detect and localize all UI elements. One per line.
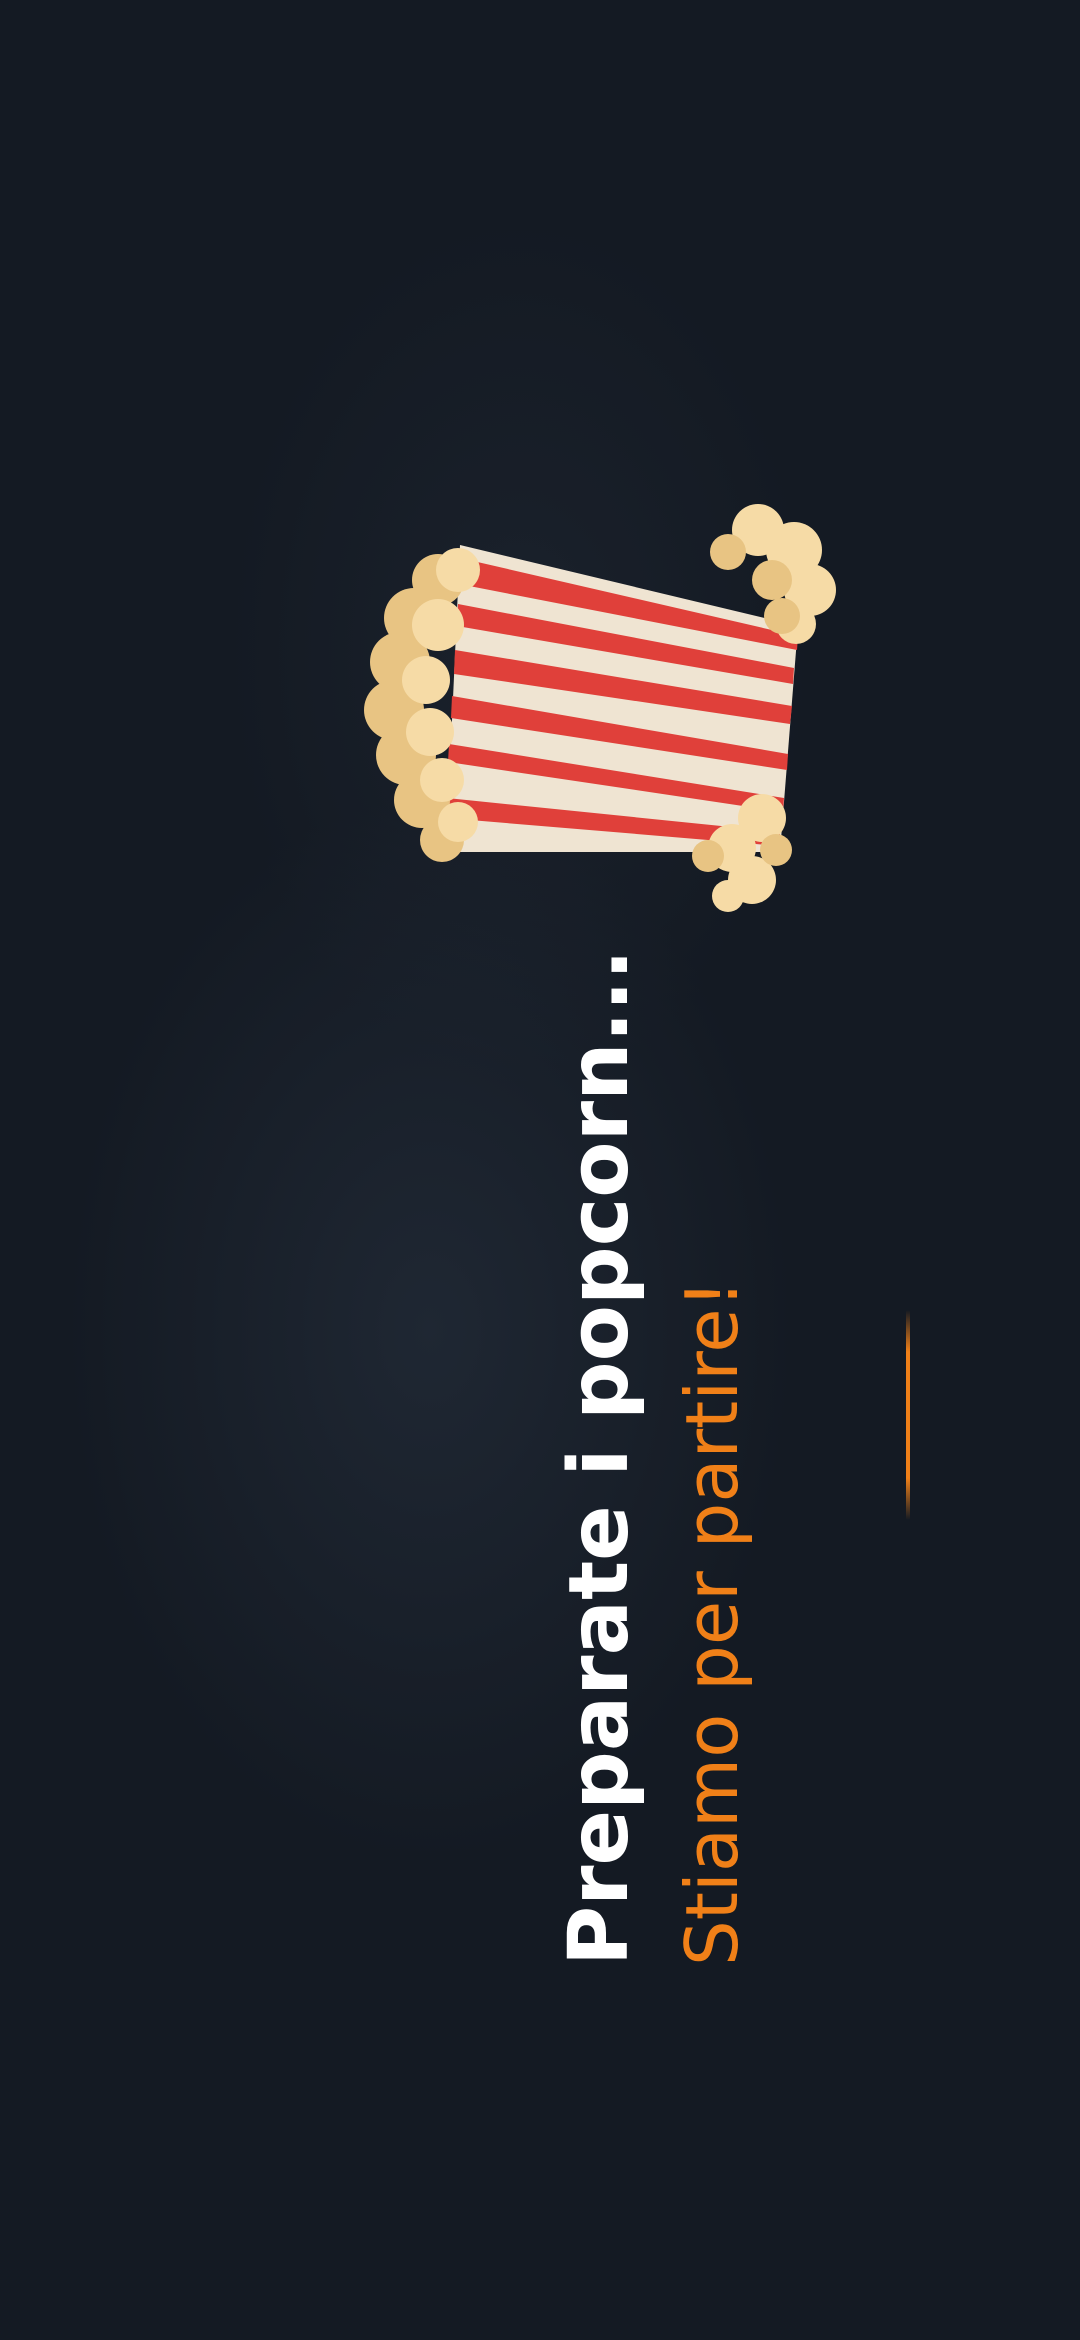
popcorn-bucket-icon bbox=[364, 504, 836, 912]
loading-indicator bbox=[906, 1310, 910, 1520]
loading-subtitle: Stiamo per partire! bbox=[670, 1279, 754, 1966]
loading-title: Preparate i popcorn... bbox=[552, 949, 647, 1966]
loading-message: Preparate i popcorn... Stiamo per partir… bbox=[541, 866, 771, 1966]
loading-screen: Preparate i popcorn... Stiamo per partir… bbox=[0, 0, 1080, 2340]
